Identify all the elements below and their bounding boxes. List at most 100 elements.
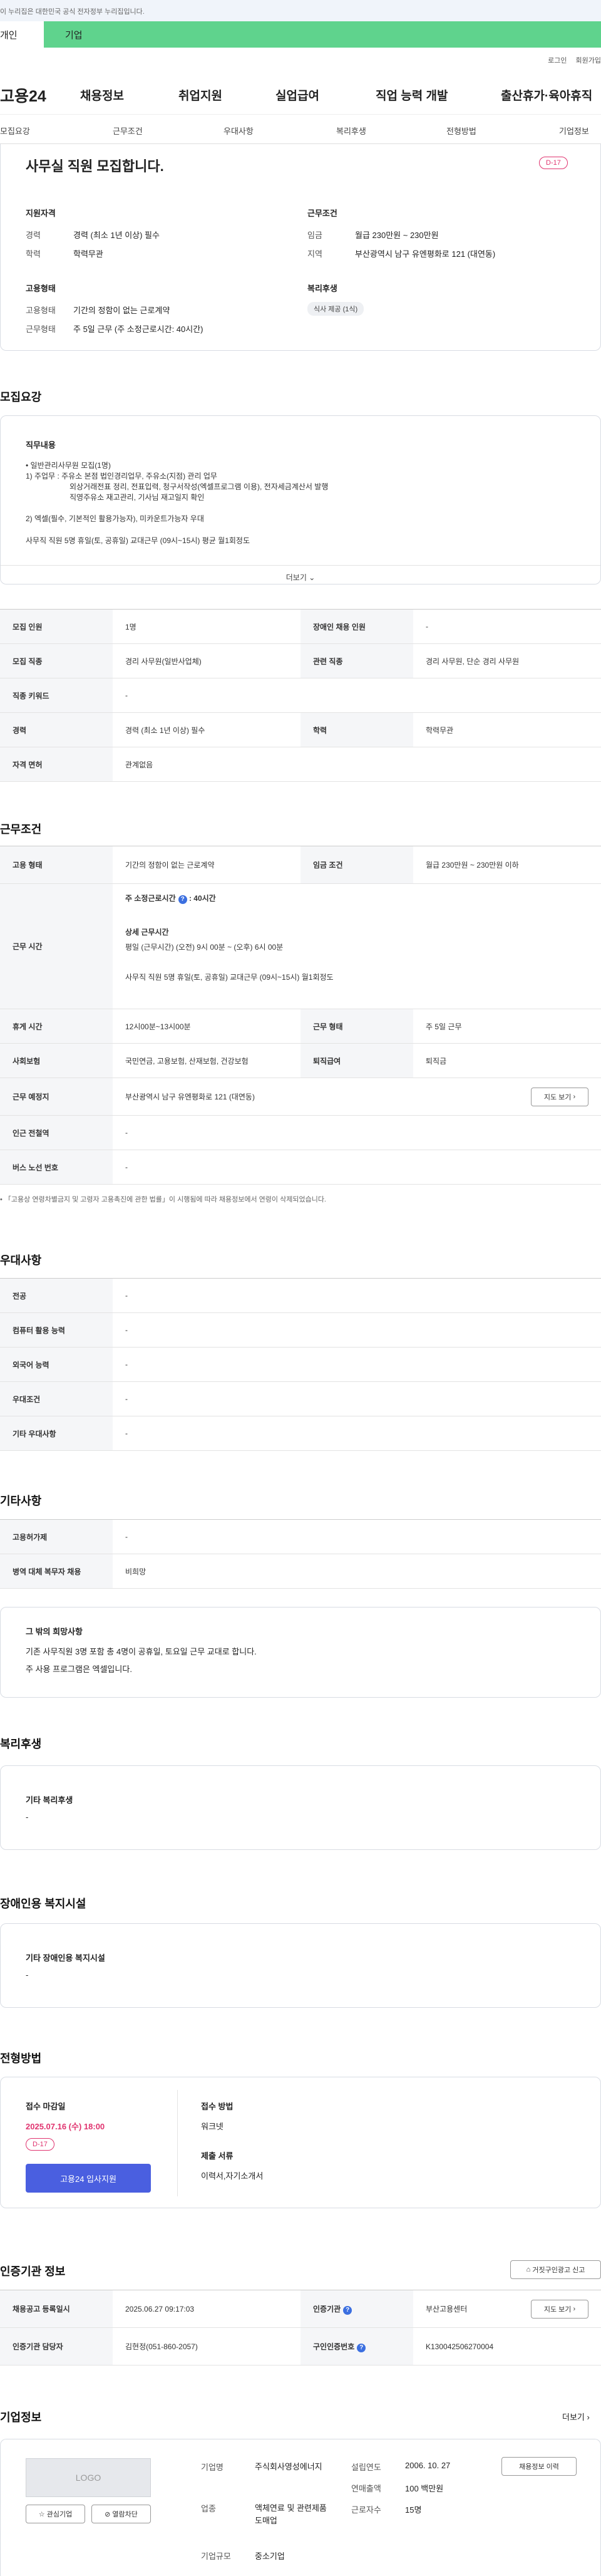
more-button[interactable]: 더보기 ⌄: [1, 565, 600, 584]
block-button[interactable]: ⊘ 열람차단: [91, 2505, 151, 2523]
disabled-card: 기타 장애인용 복지시설 -: [0, 1923, 601, 2008]
row-label: 자격 면허: [0, 747, 113, 782]
user-type-tabs: 개인 기업: [0, 21, 601, 48]
tab-individual[interactable]: 개인: [0, 21, 44, 48]
row-value: 기간의 정함이 없는 근로계약: [113, 846, 300, 884]
cond-region: 지역 부산광역시 남구 유엔평화로 121 (대연동): [307, 247, 495, 259]
report-button[interactable]: ⌂ 거짓구인광고 신고: [510, 2260, 601, 2279]
site-logo[interactable]: 고용24: [0, 84, 46, 106]
cond-region-label: 지역: [307, 249, 322, 259]
map-button-label: 지도 보기: [543, 1094, 572, 1101]
table-row: 모집 인원 1명 장애인 채용 인원 -: [0, 609, 601, 644]
etc-box: 그 밖의 희망사항 기존 사무직원 3명 포함 총 4명이 공휴일, 토요일 근…: [0, 1607, 601, 1698]
emp-form: 근무형태 주 5일 근무 (주 소정근로시간: 40시간): [26, 323, 203, 335]
welfare-value: -: [26, 1812, 29, 1822]
hours-main: 주 소정근로시간? : 40시간: [125, 894, 216, 904]
row-label: 인증기관 담당자: [0, 2327, 113, 2366]
row-value: 경리 사무원, 단순 경리 사무원: [413, 643, 601, 678]
row-label: 근무 시간: [0, 883, 113, 1009]
tab-recruit[interactable]: 모집요강: [0, 125, 30, 137]
row-label: 병역 대체 복무자 채용: [0, 1554, 113, 1589]
info-icon[interactable]: ?: [343, 2305, 352, 2315]
recruit-section-title: 모집요강: [0, 391, 42, 403]
house-icon: ⌂: [526, 2266, 533, 2273]
tab-pref[interactable]: 우대사항: [223, 125, 254, 137]
cert-table: 채용공고 등록일시 2025.06.27 09:17:03 인증기관? 부산고용센터 지…: [0, 2290, 601, 2366]
qual-edu-label: 학력: [26, 249, 41, 259]
cert-map-button[interactable]: 지도 보기 ›: [531, 2300, 588, 2319]
signup-link[interactable]: 회원가입: [576, 55, 601, 65]
sales-label: 연매출액: [351, 2484, 381, 2493]
report-button-label: 거짓구인광고 신고: [532, 2267, 585, 2274]
qual-career: 경력 경력 (최소 1년 이상) 필수: [26, 229, 160, 241]
location-cell: 부산광역시 남구 유엔평화로 121 (대연동) 지도 보기 ›: [113, 1078, 601, 1116]
company-name-label: 기업명: [201, 2463, 223, 2472]
industry-label: 업종: [201, 2504, 216, 2513]
row-label: 학력: [300, 712, 413, 747]
row-value: 김현정(051-860-2057): [113, 2327, 300, 2366]
gnb-parental-leave[interactable]: 출산휴가·육아휴직: [501, 86, 592, 103]
row-label: 모집 인원: [0, 609, 113, 644]
duty-line: 외상거래전표 정리, 전표입력, 청구서작성(엑셀프로그램 이용), 전자세금계…: [69, 482, 329, 491]
map-button[interactable]: 지도 보기 ›: [531, 1088, 588, 1106]
row-value: -: [113, 1115, 601, 1150]
cond-title: 근무조건: [307, 209, 337, 218]
more-label: 더보기: [285, 573, 307, 582]
gnb-employment-support[interactable]: 취업지원: [178, 86, 222, 103]
company-logo-text: LOGO: [75, 2473, 101, 2483]
login-link[interactable]: 로그인: [548, 55, 567, 65]
company-more-link[interactable]: 더보기 ›: [562, 2411, 590, 2423]
cert-org-label: 인증기관: [313, 2304, 341, 2314]
table-row: 고용허가제 -: [0, 1519, 601, 1554]
row-value: 퇴직금: [413, 1043, 601, 1078]
company-logo: LOGO: [26, 2458, 151, 2497]
tab-work[interactable]: 근무조건: [113, 125, 143, 137]
emp-form-value: 주 5일 근무 (주 소정근로시간: 40시간): [73, 325, 203, 334]
emp-type: 고용형태 기간의 정함이 없는 근로계약: [26, 304, 170, 316]
tab-welfare[interactable]: 복리후생: [336, 125, 366, 137]
job-history-button[interactable]: 채용정보 이력: [501, 2457, 577, 2476]
cond-wage-value: 월급 230만원 ~ 230만원: [355, 231, 439, 240]
work-table: 고용 형태 기간의 정함이 없는 근로계약 임금 조건 월급 230만원 ~ 230만…: [0, 846, 601, 1185]
docs-title: 제출 서류: [201, 2151, 234, 2161]
job-title: 사무실 직원 모집합니다.: [26, 158, 164, 174]
qual-career-label: 경력: [26, 231, 41, 240]
table-row: 우대조건 -: [0, 1381, 601, 1416]
est-value: 2006. 10. 27: [405, 2461, 451, 2470]
row-value: 비희망: [113, 1554, 601, 1589]
size-value: 중소기업: [255, 2552, 285, 2561]
row-label: 인근 전철역: [0, 1115, 113, 1150]
qual-title: 지원자격: [26, 209, 56, 218]
gnb-training[interactable]: 직업 능력 개발: [376, 86, 448, 103]
table-row: 경력 경력 (최소 1년 이상) 필수 학력 학력무관: [0, 712, 601, 747]
tab-company-label: 기업: [65, 29, 83, 41]
disabled-section-title: 장애인용 복지시설: [0, 1898, 86, 1910]
row-value: 학력무관: [413, 712, 601, 747]
gnb-unemployment[interactable]: 실업급여: [275, 86, 319, 103]
row-label: 장애인 채용 인원: [300, 609, 413, 644]
apply-button[interactable]: 고용24 입사지원: [26, 2164, 151, 2193]
tab-company[interactable]: 기업: [44, 28, 83, 41]
company-more-label: 더보기: [562, 2412, 585, 2422]
etc-table: 고용허가제 - 병역 대체 복무자 채용 비희망: [0, 1519, 601, 1589]
tab-company-info[interactable]: 기업정보: [559, 125, 589, 137]
etc-box-line: 주 사용 프로그램은 엑셀입니다.: [26, 1665, 132, 1674]
row-value: -: [113, 1519, 601, 1554]
cert-section-title: 인증기관 정보: [0, 2265, 66, 2278]
tab-selection[interactable]: 전형방법: [446, 125, 476, 137]
duty-line: 1) 주업무 : 주유소 본점 법인경리업무, 주유소(지점) 관리 업무: [26, 472, 217, 480]
info-icon[interactable]: ?: [357, 2343, 366, 2352]
emp-count-value: 15명: [405, 2505, 422, 2515]
row-value: 관계없음: [113, 747, 601, 782]
gnb-jobs[interactable]: 채용정보: [80, 86, 124, 103]
info-icon[interactable]: ?: [178, 895, 187, 904]
table-row: 병역 대체 복무자 채용 비희망: [0, 1554, 601, 1589]
block-icon: ⊘: [105, 2510, 113, 2518]
row-value: -: [113, 1381, 601, 1416]
sales-value: 100 백만원: [405, 2484, 444, 2493]
table-row: 외국어 능력 -: [0, 1347, 601, 1382]
fav-button[interactable]: ☆ 관심기업: [26, 2505, 85, 2523]
duty-card: 직무내용 • 일반관리사무원 모집(1명) 1) 주업무 : 주유소 본점 법인…: [0, 415, 601, 584]
row-value: -: [113, 1347, 601, 1382]
duty-title: 직무내용: [26, 440, 56, 450]
